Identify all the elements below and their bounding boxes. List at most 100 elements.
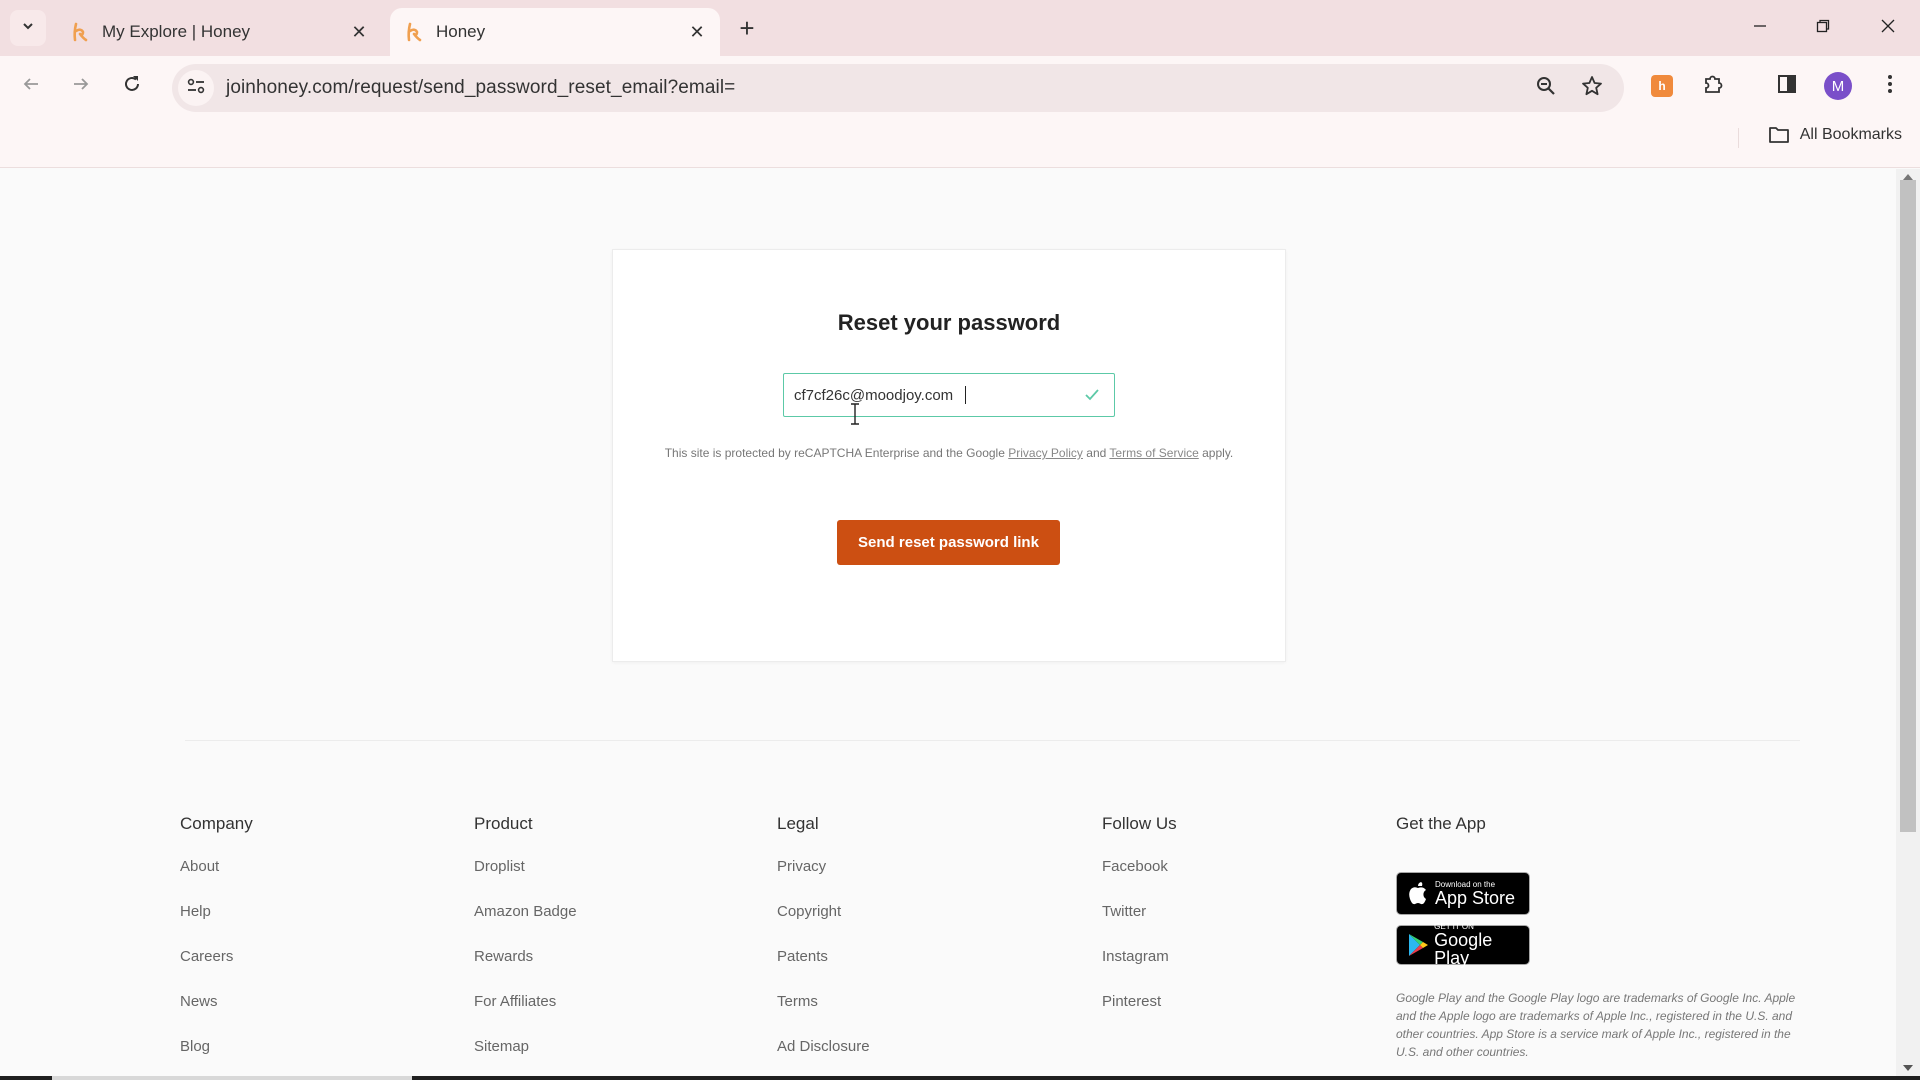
minimize-button[interactable] [1740, 10, 1780, 46]
avatar: M [1824, 72, 1852, 100]
browser-menu-button[interactable] [1874, 70, 1906, 102]
tab-strip: My Explore | Honey ✕ Honey ✕ + [0, 0, 1920, 56]
footer-heading: Company [180, 814, 253, 833]
url-text[interactable]: joinhoney.com/request/send_password_rese… [226, 77, 735, 99]
restore-button[interactable] [1803, 10, 1843, 46]
forward-button[interactable] [65, 70, 97, 102]
text-cursor-icon [850, 403, 860, 425]
footer-link-copyright[interactable]: Copyright [777, 903, 870, 948]
privacy-policy-link[interactable]: Privacy Policy [1008, 446, 1083, 460]
taskbar-highlight [52, 1076, 412, 1080]
honey-extension-icon: h [1651, 75, 1673, 97]
footer-link-help[interactable]: Help [180, 903, 253, 948]
footer-column-product: Product Droplist Amazon Badge Rewards Fo… [474, 814, 577, 1080]
footer-heading: Follow Us [1102, 814, 1177, 833]
app-store-big-text: App Store [1435, 887, 1516, 908]
tab-honey[interactable]: Honey ✕ [390, 8, 720, 56]
trademark-notice: Google Play and the Google Play logo are… [1396, 991, 1796, 1059]
site-info-button[interactable] [178, 70, 214, 106]
scroll-down-arrow-icon[interactable] [1900, 1062, 1916, 1074]
footer-heading: Product [474, 814, 533, 833]
page-scrollbar[interactable] [1896, 169, 1920, 1076]
footer-heading: Legal [777, 814, 819, 833]
address-bar[interactable]: joinhoney.com/request/send_password_rese… [172, 64, 1624, 112]
taskbar-edge [0, 1076, 1920, 1080]
kebab-menu-icon [1887, 74, 1893, 99]
terms-of-service-link[interactable]: Terms of Service [1109, 446, 1198, 460]
footer-divider [185, 740, 1800, 741]
footer-column-get-app: Get the App [1396, 814, 1486, 858]
honey-favicon-icon [404, 22, 424, 42]
honey-favicon-icon [70, 22, 90, 42]
restore-icon [1816, 19, 1830, 38]
zoom-button[interactable] [1530, 72, 1562, 104]
footer-heading: Get the App [1396, 814, 1486, 833]
close-icon [1881, 19, 1895, 38]
footer-link-ad-disclosure[interactable]: Ad Disclosure [777, 1038, 870, 1080]
footer-link-about[interactable]: About [180, 858, 253, 903]
minimize-icon [1753, 19, 1767, 38]
page-title: Reset your password [837, 310, 1061, 335]
bookmark-button[interactable] [1576, 72, 1608, 104]
tab-my-explore[interactable]: My Explore | Honey ✕ [56, 8, 382, 56]
close-icon[interactable]: ✕ [348, 21, 370, 43]
profile-button[interactable]: M [1822, 70, 1854, 102]
google-play-badge[interactable]: GET IT ON Google Play [1396, 923, 1530, 968]
zoom-out-icon [1536, 76, 1556, 101]
footer-link-blog[interactable]: Blog [180, 1038, 253, 1080]
apple-icon [1405, 881, 1431, 906]
footer-link-droplist[interactable]: Droplist [474, 858, 577, 903]
footer-link-news[interactable]: News [180, 993, 253, 1038]
footer-column-follow-us: Follow Us Facebook Twitter Instagram Pin… [1102, 814, 1177, 1038]
footer-link-patents[interactable]: Patents [777, 948, 870, 993]
footer-link-privacy[interactable]: Privacy [777, 858, 870, 903]
arrow-left-icon [22, 75, 40, 98]
reload-button[interactable] [116, 70, 148, 102]
footer-link-pinterest[interactable]: Pinterest [1102, 993, 1177, 1038]
app-store-badge[interactable]: Download on the App Store [1396, 872, 1530, 915]
side-panel-icon [1777, 74, 1797, 99]
extensions-button[interactable] [1697, 70, 1729, 102]
side-panel-button[interactable] [1771, 70, 1803, 102]
text-caret [965, 386, 966, 404]
tab-title: Honey [436, 22, 486, 41]
footer-column-legal: Legal Privacy Copyright Patents Terms Ad… [777, 814, 870, 1080]
recaptcha-notice: This site is protected by reCAPTCHA Ente… [613, 444, 1285, 462]
all-bookmarks-label: All Bookmarks [1799, 126, 1902, 143]
footer-link-careers[interactable]: Careers [180, 948, 253, 993]
footer-link-instagram[interactable]: Instagram [1102, 948, 1177, 993]
arrow-right-icon [72, 75, 90, 98]
honey-extension-button[interactable]: h [1646, 70, 1678, 102]
footer-link-twitter[interactable]: Twitter [1102, 903, 1177, 948]
close-icon[interactable]: ✕ [686, 21, 708, 43]
tune-icon [187, 78, 205, 99]
footer-link-terms[interactable]: Terms [777, 993, 870, 1038]
new-tab-button[interactable]: + [733, 13, 761, 43]
footer-link-for-affiliates[interactable]: For Affiliates [474, 993, 577, 1038]
checkmark-icon [1082, 385, 1102, 405]
tab-title: My Explore | Honey [102, 22, 251, 41]
footer-link-sitemap[interactable]: Sitemap [474, 1038, 577, 1080]
browser-toolbar: joinhoney.com/request/send_password_rese… [0, 56, 1920, 168]
footer-link-facebook[interactable]: Facebook [1102, 858, 1177, 903]
footer-column-company: Company About Help Careers News Blog [180, 814, 253, 1080]
folder-icon [1768, 126, 1790, 144]
star-icon [1581, 75, 1603, 102]
page-content: Reset your password This site is protect… [0, 169, 1896, 1076]
google-play-big-text: Google Play [1434, 930, 1493, 968]
chevron-down-icon [21, 19, 35, 38]
google-play-icon [1405, 933, 1430, 957]
close-window-button[interactable] [1868, 10, 1908, 46]
scroll-thumb[interactable] [1900, 180, 1916, 832]
tab-search-button[interactable] [10, 10, 46, 46]
reload-icon [122, 74, 142, 99]
recaptcha-prefix: This site is protected by reCAPTCHA Ente… [664, 446, 1005, 460]
email-field[interactable] [783, 373, 1115, 417]
back-button[interactable] [15, 70, 47, 102]
all-bookmarks-button[interactable]: All Bookmarks [1768, 126, 1902, 144]
footer-link-rewards[interactable]: Rewards [474, 948, 577, 993]
footer-link-amazon-badge[interactable]: Amazon Badge [474, 903, 577, 948]
email-input[interactable] [784, 386, 1082, 404]
reset-password-card: Reset your password This site is protect… [612, 249, 1286, 662]
send-reset-link-button[interactable]: Send reset password link [837, 520, 1060, 565]
